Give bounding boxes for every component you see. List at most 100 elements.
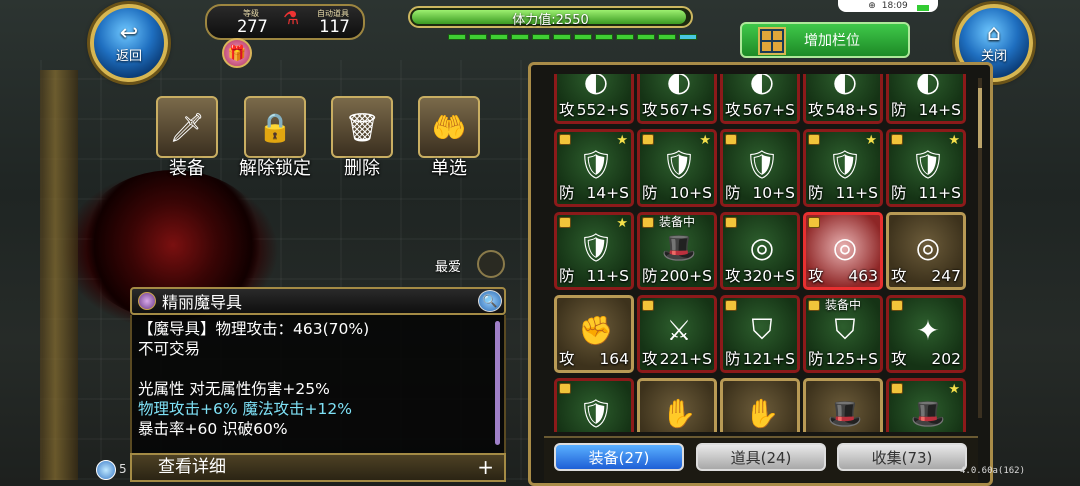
back-label: 返回 (115, 48, 142, 64)
inventory-scrollbar[interactable] (978, 78, 982, 418)
slot-stat-type: 攻 (559, 350, 575, 368)
item-attack-line: 【魔导具】物理攻击：463(70%) (138, 320, 370, 338)
back-button[interactable]: ↩ 返回 (90, 4, 168, 82)
slot-caption: 防 11+S (808, 184, 878, 202)
version-text: 4.0.60a(162) (960, 466, 1026, 476)
item-bonus-line: 物理攻击+6% 魔法攻击+12% (138, 400, 352, 418)
unlock-action-button[interactable]: 🔒 (244, 96, 306, 158)
slot-stat-value: 11+S (918, 184, 961, 202)
item-crit-line: 暴击率+60 识破60% (138, 420, 288, 438)
slot-stat-type: 攻 (725, 267, 741, 285)
slot-caption: 攻 202 (891, 350, 961, 368)
item-name: 精丽魔导具 (162, 293, 243, 312)
level-value: 277 (237, 17, 268, 37)
slot-caption: 防 14+S (559, 184, 629, 202)
delete-action-button[interactable]: 🗑 (331, 96, 393, 158)
armor-leaf-icon: 🛡 (578, 230, 614, 264)
unlock-action-label: 解除锁定 (239, 158, 311, 179)
single-select-action-label: 单选 (431, 158, 467, 179)
slot-stat-type: 攻 (891, 267, 907, 285)
inventory-slot[interactable]: ◐ 攻 567+S (720, 74, 800, 124)
slot-stat-value: 200+S (659, 267, 712, 285)
inventory-slot[interactable]: ✋防91 (637, 378, 717, 432)
potion-icon: ⚗ (283, 8, 300, 29)
inventory-slot[interactable]: ★🎩防40+S (886, 378, 966, 432)
inventory-slot[interactable]: ✊ 攻 164 (554, 295, 634, 373)
inventory-slot[interactable]: ★ 🛡 防 11+S (803, 129, 883, 207)
item-info-header: 精丽魔导具 🔍 (130, 287, 506, 315)
slot-stat-type: 防 (559, 184, 575, 202)
inventory-slot[interactable]: ◐ 攻 552+S (554, 74, 634, 124)
inventory-slot[interactable]: ✦ 攻 202 (886, 295, 966, 373)
inventory-slot[interactable]: ◐ 防 14+S (886, 74, 966, 124)
equip-action-button[interactable]: 🗡 (156, 96, 218, 158)
tab-collection[interactable]: 收集(73) (837, 443, 967, 471)
slot-stat-type: 攻 (559, 101, 575, 119)
favorite-toggle[interactable] (477, 250, 505, 278)
slot-stat-type: 攻 (891, 350, 907, 368)
inventory-slot[interactable]: ⚔ 攻 221+S (637, 295, 717, 373)
slot-stat-type: 攻 (808, 267, 824, 285)
gift-icon[interactable]: 🎁 (222, 38, 252, 68)
view-details-button[interactable]: 查看详细 + (130, 453, 506, 482)
inventory-slot[interactable]: 装备中 ⛉ 防 125+S (803, 295, 883, 373)
inventory-slot[interactable]: ◐ 攻 548+S (803, 74, 883, 124)
inventory-slot[interactable]: ◎ 攻 247 (886, 212, 966, 290)
slot-stat-type: 防 (642, 267, 658, 285)
home-icon: ⌂ (987, 20, 1001, 46)
inventory-slot[interactable]: ◎ 攻 320+S (720, 212, 800, 290)
slot-stat-value: 567+S (659, 101, 712, 119)
chat-orb-icon[interactable] (96, 460, 116, 480)
slot-caption: 防 14+S (891, 101, 961, 119)
tab-items[interactable]: 道具(24) (696, 443, 826, 471)
armor-sword-icon: 🗡 (169, 110, 205, 144)
slot-caption: 攻 548+S (808, 101, 878, 119)
inventory-slot[interactable]: 装备中 🎩 防 200+S (637, 212, 717, 290)
orb-icon: ◐ (666, 74, 692, 98)
description-scrollbar[interactable] (495, 321, 500, 445)
slot-caption: 防 10+S (725, 184, 795, 202)
slot-stat-value: 125+S (825, 350, 878, 368)
slot-caption: 攻 247 (891, 267, 961, 285)
inventory-slot[interactable]: 🛡防10+S (554, 378, 634, 432)
inventory-slot[interactable]: ◎ 攻 463 (803, 212, 883, 290)
single-select-action-button[interactable]: 🤲 (418, 96, 480, 158)
gauntlet-icon: ✊ (578, 313, 614, 347)
add-slot-label: 增加栏位 (804, 33, 860, 49)
magic-ring-icon: ◎ (915, 230, 941, 264)
plus-icon: + (477, 455, 494, 479)
slot-stat-type: 防 (808, 184, 824, 202)
inventory-slot[interactable]: ★ 🛡 防 11+S (554, 212, 634, 290)
slot-stat-value: 567+S (742, 101, 795, 119)
add-slot-button[interactable]: 增加栏位 (740, 22, 910, 58)
wizard-hat-icon: 🎩 (910, 396, 946, 430)
clock-text: 18:09 (881, 1, 908, 11)
tab-equipment[interactable]: 装备(27) (554, 443, 684, 471)
gloves-icon: ✋ (661, 396, 697, 430)
inventory-slot[interactable]: ◐ 攻 567+S (637, 74, 717, 124)
item-element-line: 光属性 对无属性伤害+25% (138, 380, 330, 398)
orb-icon: ◐ (832, 74, 858, 98)
armor-leaf-icon: 🛡 (910, 147, 946, 181)
inventory-slot[interactable]: 🎩防162 (803, 378, 883, 432)
wizard-hat-icon: 🎩 (661, 230, 697, 264)
slot-caption: 攻 567+S (642, 101, 712, 119)
gloves-icon: ✋ (744, 396, 780, 430)
inventory-slot[interactable]: ★ 🛡 防 14+S (554, 129, 634, 207)
slot-stat-value: 11+S (835, 184, 878, 202)
inventory-slot[interactable]: ★ 🛡 防 11+S (886, 129, 966, 207)
slot-caption: 攻 463 (808, 267, 878, 285)
item-description[interactable]: 【魔导具】物理攻击：463(70%) 不可交易 光属性 对无属性伤害+25% 物… (130, 315, 506, 455)
armor-leaf-icon: 🛡 (578, 396, 614, 430)
inventory-slot[interactable]: ⛉ 防 121+S (720, 295, 800, 373)
stamina-meter: 体力值:2550 (408, 6, 697, 46)
slot-caption: 攻 164 (559, 350, 629, 368)
slot-stat-type: 攻 (642, 350, 658, 368)
inventory-slot[interactable]: 🛡防10+S (720, 129, 800, 207)
slot-stat-value: 463 (848, 267, 878, 285)
inventory-slot[interactable]: ★ 🛡 防 10+S (637, 129, 717, 207)
magnifier-icon[interactable]: 🔍 (478, 290, 502, 312)
slot-stat-value: 10+S (752, 184, 795, 202)
slot-stat-type: 防 (725, 184, 741, 202)
inventory-slot[interactable]: ✋防159 (720, 378, 800, 432)
